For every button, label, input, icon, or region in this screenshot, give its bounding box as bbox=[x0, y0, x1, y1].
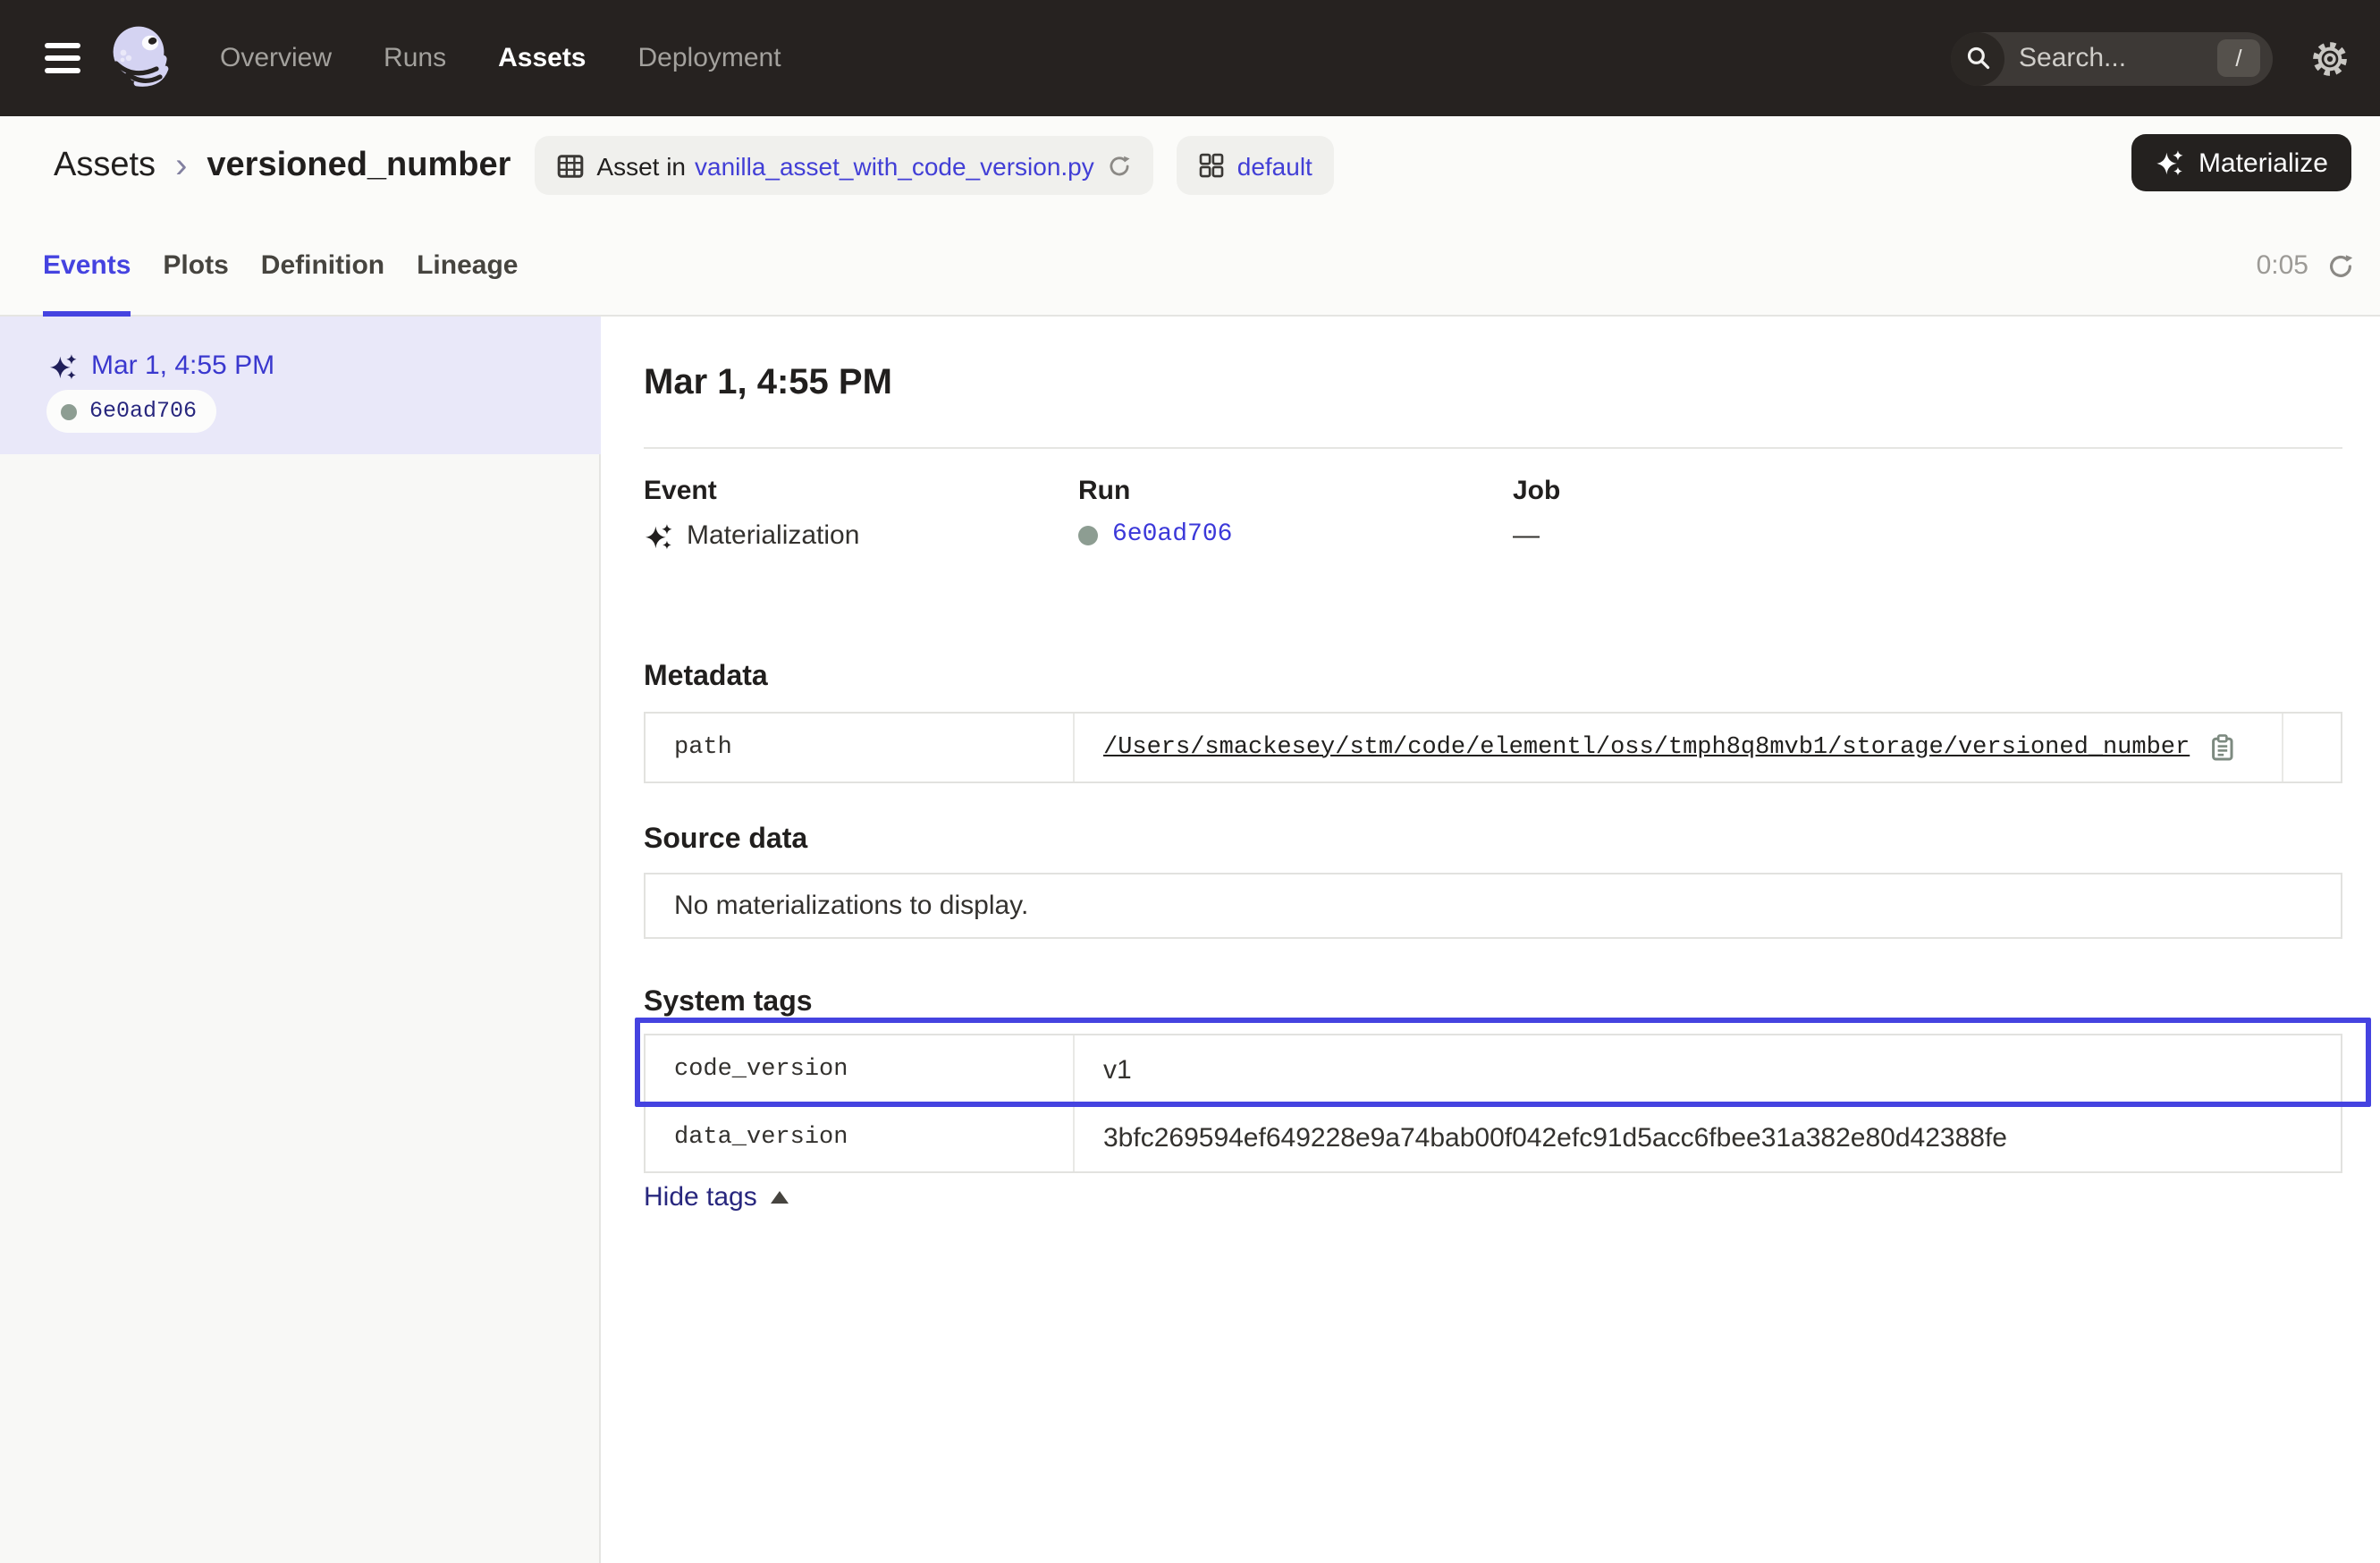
table-row-data-version: data_version 3bfc269594ef649228e9a74bab0… bbox=[646, 1103, 2341, 1171]
tag-value: 3bfc269594ef649228e9a74bab00f042efc91d5a… bbox=[1075, 1105, 2341, 1171]
breadcrumb: Assets › versioned_number Asset in vanil… bbox=[54, 116, 1334, 215]
refresh-icon[interactable] bbox=[2326, 251, 2355, 280]
asset-file-link[interactable]: vanilla_asset_with_code_version.py bbox=[695, 151, 1094, 180]
empty-message: No materializations to display. bbox=[674, 891, 1028, 921]
job-value: — bbox=[1513, 520, 1540, 551]
settings-gear-icon[interactable] bbox=[2312, 40, 2348, 76]
source-data-empty-box: No materializations to display. bbox=[644, 873, 2342, 939]
hide-tags-button[interactable]: Hide tags bbox=[644, 1182, 789, 1212]
reload-definition-icon[interactable] bbox=[1107, 153, 1132, 178]
nav-assets[interactable]: Assets bbox=[498, 43, 586, 73]
dagster-logo[interactable] bbox=[104, 21, 177, 95]
asset-definition-chip[interactable]: Asset in vanilla_asset_with_code_version… bbox=[534, 136, 1152, 195]
row-action-cell bbox=[2282, 714, 2341, 782]
nav-overview[interactable]: Overview bbox=[220, 43, 332, 73]
run-status-dot bbox=[1078, 525, 1098, 545]
page-title: versioned_number bbox=[207, 146, 511, 185]
menu-icon[interactable] bbox=[45, 43, 80, 73]
event-column-label: Event bbox=[644, 476, 1078, 506]
events-sidebar: Mar 1, 4:55 PM 6e0ad706 bbox=[0, 317, 601, 1563]
run-column-label: Run bbox=[1078, 476, 1513, 506]
content-area: Mar 1, 4:55 PM 6e0ad706 Mar 1, 4:55 PM E… bbox=[0, 317, 2380, 1563]
asset-group-icon bbox=[1198, 152, 1225, 179]
group-chip[interactable]: default bbox=[1177, 136, 1334, 195]
search-box[interactable]: / bbox=[1951, 31, 2273, 85]
table-grid-icon bbox=[555, 151, 584, 180]
event-title: Mar 1, 4:55 PM bbox=[644, 363, 892, 404]
table-row-code-version: code_version v1 bbox=[646, 1035, 2341, 1103]
materialization-sparkle-icon bbox=[48, 351, 77, 380]
page-header: Assets › versioned_number Asset in vanil… bbox=[0, 116, 2380, 215]
group-link[interactable]: default bbox=[1237, 151, 1312, 180]
copy-clipboard-icon[interactable] bbox=[2207, 733, 2236, 762]
table-row: path /Users/smackesey/stm/code/elementl/… bbox=[646, 714, 2341, 782]
materialize-button[interactable]: Materialize bbox=[2132, 134, 2351, 191]
chevron-right-icon: › bbox=[175, 148, 187, 183]
divider bbox=[644, 447, 2342, 449]
system-tags-heading: System tags bbox=[644, 987, 813, 1019]
metadata-heading: Metadata bbox=[644, 662, 768, 694]
caret-up-icon bbox=[772, 1191, 789, 1204]
job-column-label: Job bbox=[1513, 476, 1947, 506]
tag-key: code_version bbox=[646, 1035, 1075, 1103]
tab-events[interactable]: Events bbox=[43, 215, 131, 317]
top-nav: Overview Runs Assets Deployment / bbox=[0, 0, 2380, 116]
asset-in-label: Asset in bbox=[596, 151, 686, 180]
system-tags-table: code_version v1 data_version 3bfc269594e… bbox=[644, 1034, 2342, 1173]
sparkle-icon bbox=[2156, 148, 2184, 177]
tab-plots[interactable]: Plots bbox=[163, 215, 228, 317]
run-id-link[interactable]: 6e0ad706 bbox=[1112, 520, 1232, 549]
run-chip[interactable]: 6e0ad706 bbox=[46, 390, 216, 433]
tag-key: data_version bbox=[646, 1105, 1075, 1171]
event-date-label: Mar 1, 4:55 PM bbox=[91, 351, 274, 381]
hide-tags-label: Hide tags bbox=[644, 1182, 757, 1212]
materialization-sparkle-icon bbox=[644, 521, 672, 550]
breadcrumb-assets-link[interactable]: Assets bbox=[54, 146, 156, 185]
search-input[interactable] bbox=[2004, 43, 2217, 73]
metadata-key: path bbox=[646, 714, 1075, 782]
tabs-bar: Events Plots Definition Lineage 0:05 bbox=[0, 215, 2380, 317]
event-type-value: Materialization bbox=[687, 520, 859, 551]
search-icon bbox=[1951, 31, 2004, 85]
event-list-item[interactable]: Mar 1, 4:55 PM 6e0ad706 bbox=[0, 317, 601, 454]
nav-deployment[interactable]: Deployment bbox=[638, 43, 781, 73]
nav-runs[interactable]: Runs bbox=[384, 43, 446, 73]
refresh-timer: 0:05 bbox=[2257, 250, 2308, 281]
metadata-table: path /Users/smackesey/stm/code/elementl/… bbox=[644, 712, 2342, 783]
event-detail: Mar 1, 4:55 PM Event Materialization Run… bbox=[603, 317, 2380, 1563]
nav-links: Overview Runs Assets Deployment bbox=[220, 0, 781, 116]
materialize-label: Materialize bbox=[2199, 148, 2328, 178]
tab-lineage[interactable]: Lineage bbox=[417, 215, 518, 317]
path-link[interactable]: /Users/smackesey/stm/code/elementl/oss/t… bbox=[1103, 734, 2190, 761]
source-data-heading: Source data bbox=[644, 824, 807, 857]
dagster-app: Overview Runs Assets Deployment / Assets… bbox=[0, 0, 2380, 1563]
run-status-dot bbox=[61, 403, 77, 419]
search-shortcut-badge: / bbox=[2217, 39, 2260, 77]
tag-value: v1 bbox=[1075, 1035, 2341, 1103]
tab-definition[interactable]: Definition bbox=[261, 215, 384, 317]
run-id-label: 6e0ad706 bbox=[89, 399, 197, 424]
nav-right: / bbox=[1951, 0, 2348, 116]
